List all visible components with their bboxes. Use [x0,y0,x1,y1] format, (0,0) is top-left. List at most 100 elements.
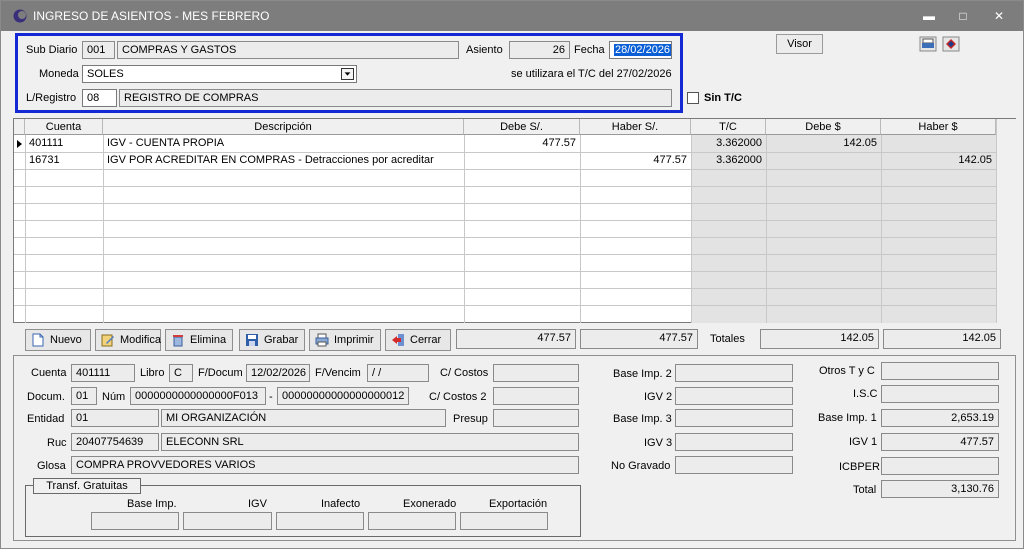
total-field: 3,130.76 [881,480,999,498]
sin-tc-label: Sin T/C [704,92,742,104]
presup-field [493,409,579,427]
lregistro-code-input[interactable]: 08 [82,89,117,107]
moneda-select[interactable]: SOLES [82,65,357,83]
no-gravado-field [675,456,793,474]
col-header-descripcion[interactable]: Descripción [103,119,464,135]
ccostos-field [493,364,579,382]
imprimir-button[interactable]: Imprimir [309,329,381,351]
total-haber-soles: 477.57 [580,329,698,349]
gratuitas-exonerado-field [368,512,456,530]
col-header-debe-soles[interactable]: Debe S/. [464,119,580,135]
visor-button[interactable]: Visor [776,34,823,54]
total-debe-dolares: 142.05 [760,329,879,349]
moneda-label: Moneda [39,68,79,80]
title-bar[interactable]: INGRESO DE ASIENTOS - MES FEBRERO ▬ □ ✕ [1,1,1023,31]
minimize-button[interactable]: ▬ [919,8,939,24]
ccostos2-field [493,387,579,405]
num-serie-field: 0000000000000000F013 [130,387,266,405]
gratuitas-igv-field [183,512,272,530]
printer-icon [315,333,329,347]
maximize-button[interactable]: □ [953,8,973,24]
cell-cuenta: 401111 [29,137,64,149]
modifica-label: Modifica [120,334,161,346]
cell-tc: 3.362000 [716,154,762,166]
col-header-haber-dolares[interactable]: Haber $ [881,119,996,135]
presup-label: Presup [453,413,488,425]
table-row[interactable]: 401111 IGV - CUENTA PROPIA 477.57 3.3620… [14,135,996,152]
close-window-button[interactable]: ✕ [989,8,1009,24]
col-header-debe-dolares[interactable]: Debe $ [766,119,881,135]
glosa-field: COMPRA PROVVEDORES VARIOS [71,456,579,474]
gratuitas-inafecto-label: Inafecto [321,498,361,510]
col-header-tc[interactable]: T/C [691,119,766,135]
isc-field [881,385,999,403]
printer-icon[interactable] [919,36,937,52]
num-label: Núm [102,391,126,403]
asiento-input[interactable]: 26 [509,41,570,59]
cell-cuenta: 16731 [29,154,60,166]
gratuitas-exportacion-label: Exportación [489,498,548,510]
entidad-label: Entidad [27,413,65,425]
transf-gratuitas-title: Transf. Gratuitas [33,478,141,494]
cell-haber-soles: 477.57 [653,154,687,166]
totales-label: Totales [710,333,745,345]
nuevo-button[interactable]: Nuevo [25,329,91,351]
new-document-icon [32,333,44,347]
col-header-haber-soles[interactable]: Haber S/. [580,119,691,135]
trash-icon [173,335,183,347]
cell-tc: 3.362000 [716,137,762,149]
cell-debe-soles [464,152,580,169]
num-numero-field: 00000000000000000012 [277,387,409,405]
no-gravado-label: No Gravado [611,460,671,472]
entries-grid[interactable]: Cuenta Descripción Debe S/. Haber S/. T/… [13,118,1016,323]
app-logo-icon [13,9,27,23]
fecha-label: Fecha [574,44,605,56]
gratuitas-base-field [91,512,179,530]
ruc-name-field: ELECONN SRL [161,433,579,451]
ruc-label: Ruc [47,437,67,449]
cerrar-button[interactable]: Cerrar [385,329,451,351]
total-haber-dolares: 142.05 [883,329,1001,349]
base-imp3-field [675,409,793,427]
grabar-button[interactable]: Grabar [239,329,305,351]
modifica-button[interactable]: Modifica [95,329,161,351]
subdiario-code-input[interactable]: 001 [82,41,115,59]
subdiario-name-field: COMPRAS Y GASTOS [117,41,459,59]
igv2-field [675,387,793,405]
export-icon[interactable] [942,36,960,52]
igv3-field [675,433,793,451]
entidad-code-field: 01 [71,409,159,427]
cuenta-field: 401111 [71,364,135,382]
fdocum-label: F/Docum [198,367,243,379]
base-imp3-label: Base Imp. 3 [613,413,672,425]
lregistro-label: L/Registro [26,92,77,104]
grid-scrollbar[interactable] [996,119,1016,323]
asiento-label: Asiento [466,44,503,56]
gratuitas-igv-label: IGV [248,498,267,510]
cell-haber-soles [580,135,691,152]
fvencim-label: F/Vencim [315,367,361,379]
lregistro-name-field: REGISTRO DE COMPRAS [119,89,672,107]
sin-tc-checkbox[interactable] [687,92,699,104]
exit-icon [392,334,404,346]
save-icon [246,334,258,346]
imprimir-label: Imprimir [334,334,374,346]
row-indicator-header [14,119,25,135]
elimina-button[interactable]: Elimina [165,329,233,351]
gratuitas-exonerado-label: Exonerado [403,498,457,510]
cell-haber-dolares [881,135,996,152]
docum-field: 01 [71,387,97,405]
nuevo-label: Nuevo [50,334,82,346]
cell-debe-dolares: 142.05 [843,137,877,149]
fecha-input[interactable]: 28/02/2026 [609,41,672,59]
ruc-field: 20407754639 [71,433,159,451]
dropdown-arrow-icon[interactable] [341,68,354,80]
elimina-label: Elimina [190,334,227,346]
table-row[interactable]: 16731 IGV POR ACREDITAR EN COMPRAS - Det… [14,152,996,169]
entidad-name-field: MI ORGANIZACIÓN [161,409,446,427]
otros-field [881,362,999,380]
gratuitas-exportacion-field [460,512,548,530]
gratuitas-base-label: Base Imp. [127,498,177,510]
col-header-cuenta[interactable]: Cuenta [25,119,103,135]
total-label: Total [853,484,877,496]
